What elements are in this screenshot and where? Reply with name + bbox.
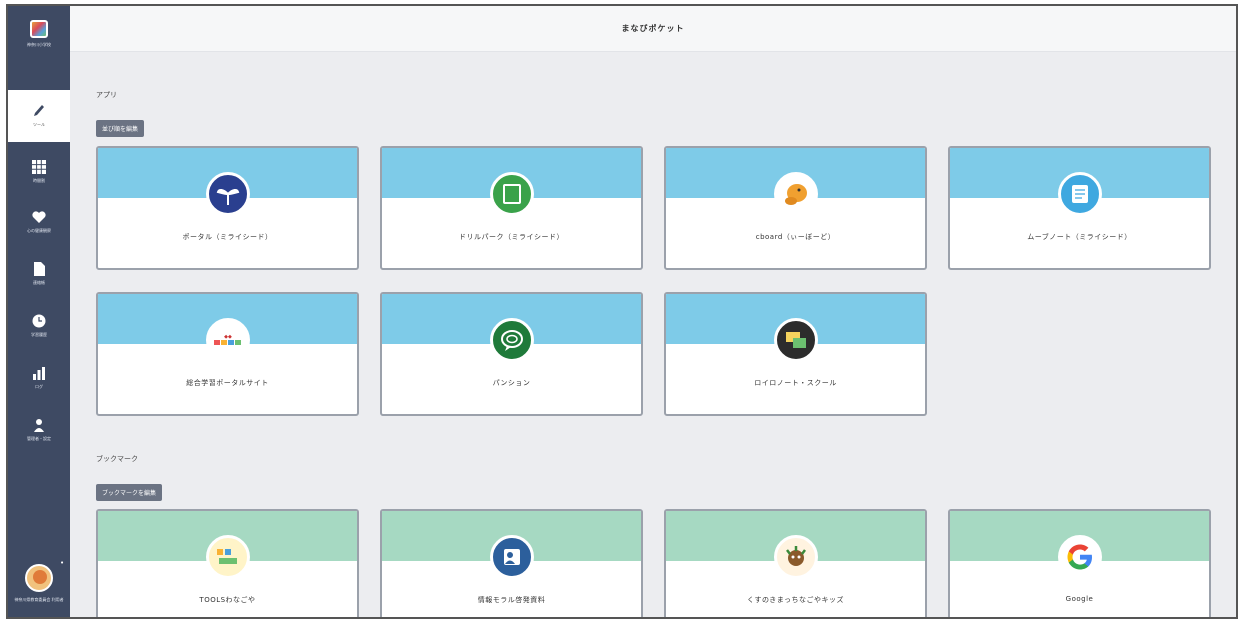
sidebar-item-label: ログ [35, 384, 43, 389]
bookmark-card-tools-nagoya[interactable]: TOOLSわなごや [96, 509, 359, 617]
bookmark-card-name: TOOLSわなごや [199, 596, 256, 604]
avatar[interactable] [25, 564, 53, 592]
bookmark-card-google[interactable]: Google [948, 509, 1211, 617]
app-card-drill-park[interactable]: ドリルパーク（ミライシード） [380, 146, 643, 270]
apps-section-label: アプリ [96, 91, 117, 99]
header-bar: まなびポケット [70, 6, 1236, 52]
sidebar-item-timetable[interactable]: 時間割 [8, 146, 70, 198]
page-title: まなびポケット [621, 24, 685, 33]
app-card-name: 総合学習ポータルサイト [186, 379, 269, 387]
chat-bubble-icon [489, 318, 534, 362]
google-logo-icon [1057, 535, 1102, 579]
sidebar-item-contact[interactable]: 連絡帳 [8, 248, 70, 300]
app-card-portal[interactable]: ポータル（ミライシード） [96, 146, 359, 270]
miraiseed-portal-icon [205, 172, 250, 216]
bookmark-card-info-moral[interactable]: 情報モラル啓発資料 [380, 509, 643, 617]
sidebar-item-tools[interactable]: ツール [8, 90, 70, 142]
school-logo-icon [30, 20, 48, 38]
person-icon [33, 418, 45, 432]
drill-park-icon [489, 172, 534, 216]
user-label: 神奈川県教育委員会 利用者 [14, 597, 64, 602]
notification-dot: • [60, 559, 65, 567]
pen-icon [33, 104, 45, 118]
bookmark-card-name: 情報モラル啓発資料 [477, 596, 546, 604]
app-window: 神奈川小学校 ツール 時間割 心の健康観察 連絡帳 学習履歴 ログ 管理者・設定… [6, 4, 1238, 619]
edit-bookmarks-button[interactable]: ブックマークを編集 [96, 484, 163, 501]
sidebar-item-label: 学習履歴 [31, 332, 47, 337]
app-card-name: ポータル（ミライシード） [182, 233, 273, 241]
clock-icon [32, 314, 46, 328]
sidebar-item-label: 神奈川小学校 [27, 42, 51, 47]
app-card-loilo[interactable]: ロイロノート・スクール [664, 292, 927, 416]
sidebar-item-log[interactable]: ログ [8, 352, 70, 404]
tools-nagoya-logo-icon [205, 535, 250, 579]
cboard-character-icon [773, 172, 818, 216]
app-card-name: ドリルパーク（ミライシード） [459, 233, 564, 241]
learning-portal-logo-icon: ◆◆ [205, 318, 250, 362]
sidebar-item-history[interactable]: 学習履歴 [8, 300, 70, 352]
sidebar-item-label: 管理者・設定 [27, 436, 51, 441]
sidebar-item-label: 時間割 [33, 178, 45, 183]
sidebar-item-school[interactable]: 神奈川小学校 [8, 8, 70, 60]
sidebar-item-admin[interactable]: 管理者・設定 [8, 404, 70, 456]
app-card-name: ロイロノート・スクール [754, 379, 837, 387]
app-card-name: パンション [492, 379, 531, 387]
bookmark-card-name: くすのきまっちなごやキッズ [746, 596, 844, 604]
grid-icon [32, 160, 46, 174]
move-note-icon [1057, 172, 1102, 216]
app-card-cboard[interactable]: cboard（ぃーぼーど） [664, 146, 927, 270]
bookmark-card-nagoya-kids[interactable]: くすのきまっちなごやキッズ [664, 509, 927, 617]
sidebar: 神奈川小学校 ツール 時間割 心の健康観察 連絡帳 学習履歴 ログ 管理者・設定… [8, 6, 70, 617]
sidebar-item-health[interactable]: 心の健康観察 [8, 196, 70, 248]
heart-icon [32, 210, 46, 224]
app-card-name: ムーブノート（ミライシード） [1027, 233, 1132, 241]
bookmarks-section-label: ブックマーク [96, 455, 138, 463]
svg-text:◆◆: ◆◆ [224, 334, 232, 340]
app-card-move-note[interactable]: ムーブノート（ミライシード） [948, 146, 1211, 270]
reorder-apps-button[interactable]: 並び順を編集 [96, 120, 145, 137]
sidebar-item-label: 連絡帳 [33, 280, 45, 285]
loilo-note-icon [773, 318, 818, 362]
bookmark-card-name: Google [1065, 595, 1094, 603]
info-moral-icon [489, 535, 534, 579]
nagoya-kids-character-icon [773, 535, 818, 579]
app-card-panshon[interactable]: パンション [380, 292, 643, 416]
app-card-learning-portal[interactable]: ◆◆ 総合学習ポータルサイト [96, 292, 359, 416]
app-card-name: cboard（ぃーぼーど） [755, 233, 836, 241]
sidebar-item-label: 心の健康観察 [27, 227, 51, 233]
sidebar-item-label: ツール [33, 122, 45, 127]
chart-icon [32, 366, 46, 380]
document-icon [33, 262, 45, 276]
